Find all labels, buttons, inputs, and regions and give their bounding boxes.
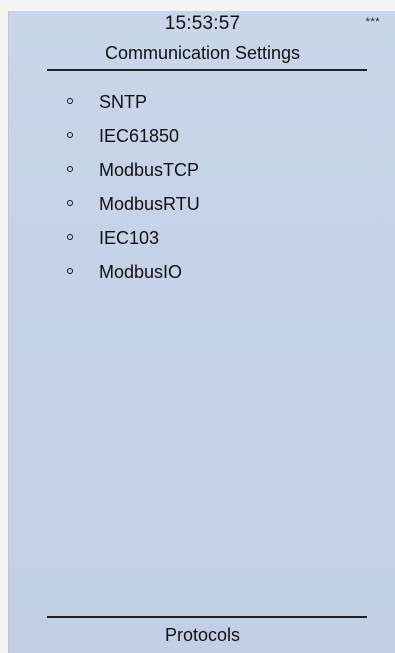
bullet-icon (67, 166, 73, 172)
bullet-icon (67, 132, 73, 138)
menu-item-label: ModbusRTU (99, 194, 200, 214)
page-title: Communication Settings (104, 43, 301, 63)
protocol-menu: SNTP IEC61850 ModbusTCP ModbusRTU IEC103… (64, 85, 200, 289)
header-divider (47, 69, 367, 71)
clock-display: 15:53:57 (164, 13, 241, 34)
menu-item-modbusrtu[interactable]: ModbusRTU (64, 187, 200, 221)
menu-item-label: ModbusIO (99, 262, 183, 282)
menu-item-modbusio[interactable]: ModbusIO (64, 255, 200, 289)
header-bar: 15:53:57 *** Communication Settings (9, 11, 395, 75)
device-screen: 15:53:57 *** Communication Settings SNTP… (8, 11, 395, 653)
menu-item-label: IEC61850 (99, 126, 180, 146)
menu-item-sntp[interactable]: SNTP (64, 85, 200, 119)
bullet-icon (67, 234, 73, 240)
menu-item-label: ModbusTCP (99, 160, 200, 180)
status-indicator: *** (365, 16, 380, 28)
menu-item-label: IEC103 (99, 228, 160, 248)
menu-item-iec103[interactable]: IEC103 (64, 221, 200, 255)
bullet-icon (67, 268, 73, 274)
bullet-icon (67, 200, 73, 206)
menu-item-label: SNTP (99, 92, 148, 112)
bullet-icon (67, 98, 73, 104)
menu-item-iec61850[interactable]: IEC61850 (64, 119, 200, 153)
menu-item-modbustcp[interactable]: ModbusTCP (64, 153, 200, 187)
footer-label: Protocols (164, 625, 241, 645)
footer-divider (47, 616, 367, 618)
